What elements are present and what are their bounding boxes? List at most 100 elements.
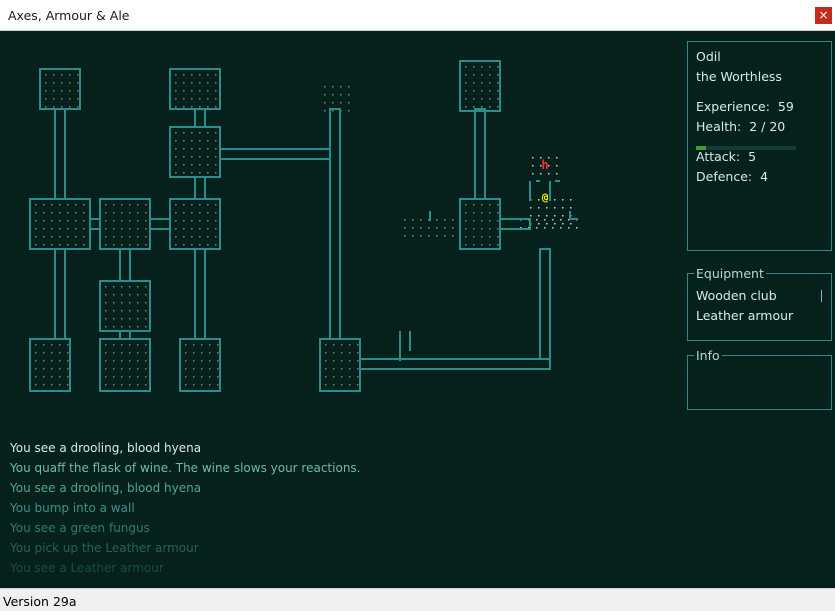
floor-tile: [465, 98, 467, 100]
floor-tile: [137, 310, 139, 312]
equipment-scrollbar[interactable]: [821, 290, 822, 302]
room-wall: [29, 198, 91, 250]
floor-tile: [183, 228, 185, 230]
floor-tile: [145, 326, 147, 328]
floor-tile: [199, 132, 201, 134]
floor-tile: [61, 90, 63, 92]
floor-tile: [137, 302, 139, 304]
floor-tile: [183, 98, 185, 100]
floor-tile: [333, 360, 335, 362]
floor-tile: [201, 368, 203, 370]
floor-tile: [129, 220, 131, 222]
floor-tile: [191, 98, 193, 100]
floor-tile: [59, 368, 61, 370]
floor-tile: [183, 244, 185, 246]
equipment-item[interactable]: Wooden club: [696, 288, 777, 303]
floor-tile: [481, 212, 483, 214]
floor-tile: [193, 352, 195, 354]
lit-floor-tile: [570, 223, 572, 225]
floor-tile: [349, 384, 351, 386]
floor-tile: [67, 360, 69, 362]
floor-tile: [113, 204, 115, 206]
floor-tile: [175, 228, 177, 230]
floor-tile: [113, 294, 115, 296]
floor-tile: [35, 368, 37, 370]
floor-tile: [51, 360, 53, 362]
floor-tile: [215, 140, 217, 142]
floor-tile: [113, 286, 115, 288]
floor-tile: [105, 204, 107, 206]
floor-tile: [67, 204, 69, 206]
window-title: Axes, Armour & Ale: [8, 8, 130, 23]
floor-tile: [67, 212, 69, 214]
floor-tile: [436, 235, 438, 237]
floor-tile: [113, 318, 115, 320]
floor-tile: [199, 148, 201, 150]
room-wall: [169, 198, 221, 250]
floor-tile: [59, 344, 61, 346]
floor-tile: [175, 90, 177, 92]
floor-tile: [183, 106, 185, 108]
floor-tile: [137, 368, 139, 370]
floor-tile: [209, 352, 211, 354]
floor-tile: [332, 110, 334, 112]
floor-tile: [105, 228, 107, 230]
room-wall: [99, 338, 151, 392]
floor-tile: [497, 74, 499, 76]
floor-tile: [129, 360, 131, 362]
equipment-item[interactable]: Leather armour: [696, 308, 793, 323]
floor-tile: [489, 106, 491, 108]
floor-tile: [75, 228, 77, 230]
log-message: You quaff the flask of wine. The wine sl…: [10, 461, 361, 475]
room-wall: [179, 338, 221, 392]
floor-tile: [217, 368, 219, 370]
floor-tile: [325, 384, 327, 386]
floor-tile: [83, 204, 85, 206]
floor-tile: [199, 172, 201, 174]
floor-tile: [121, 204, 123, 206]
floor-tile: [105, 344, 107, 346]
floor-tile: [465, 66, 467, 68]
lit-floor-tile: [560, 219, 562, 221]
floor-tile: [129, 318, 131, 320]
floor-tile: [145, 228, 147, 230]
floor-tile: [340, 102, 342, 104]
floor-tile: [207, 172, 209, 174]
floor-tile: [59, 384, 61, 386]
experience-stat: Experience: 59: [696, 99, 794, 114]
floor-tile: [207, 74, 209, 76]
log-message: You see a drooling, blood hyena: [10, 441, 202, 455]
floor-tile: [199, 90, 201, 92]
lit-floor-tile: [546, 215, 548, 217]
floor-tile: [193, 368, 195, 370]
dungeon-map[interactable]: @ h: [0, 31, 680, 431]
floor-tile: [324, 94, 326, 96]
floor-tile: [489, 82, 491, 84]
floor-tile: [489, 74, 491, 76]
floor-tile: [137, 286, 139, 288]
floor-tile: [349, 344, 351, 346]
close-button[interactable]: ×: [815, 7, 832, 24]
game-area[interactable]: @ h Odil the Worthless Experience: 59 He…: [0, 31, 835, 588]
floor-tile: [51, 376, 53, 378]
floor-tile: [43, 220, 45, 222]
floor-tile: [497, 212, 499, 214]
floor-tile: [191, 236, 193, 238]
floor-tile: [67, 220, 69, 222]
floor-tile: [207, 204, 209, 206]
lit-floor-tile: [568, 227, 570, 229]
floor-tile: [105, 376, 107, 378]
floor-tile: [53, 90, 55, 92]
floor-tile: [191, 244, 193, 246]
floor-tile: [175, 172, 177, 174]
lit-floor-tile: [538, 199, 540, 201]
floor-tile: [113, 360, 115, 362]
lit-floor-tile: [562, 207, 564, 209]
floor-tile: [69, 82, 71, 84]
lit-floor-tile: [562, 215, 564, 217]
floor-tile: [199, 244, 201, 246]
floor-tile: [105, 318, 107, 320]
floor-tile: [185, 352, 187, 354]
floor-tile: [113, 326, 115, 328]
floor-tile: [53, 74, 55, 76]
